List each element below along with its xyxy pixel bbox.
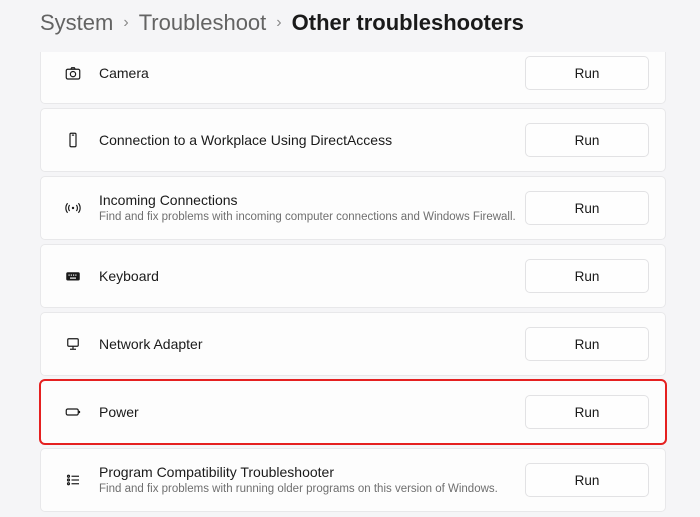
run-button-incoming[interactable]: Run bbox=[525, 191, 649, 225]
troubleshooter-title: Connection to a Workplace Using DirectAc… bbox=[99, 131, 525, 149]
breadcrumb-level2[interactable]: Troubleshoot bbox=[139, 10, 267, 36]
troubleshooter-desc: Find and fix problems with running older… bbox=[99, 482, 525, 497]
list-settings-icon bbox=[57, 471, 89, 489]
network-adapter-icon bbox=[57, 335, 89, 353]
troubleshooter-title: Camera bbox=[99, 64, 525, 82]
run-button-keyboard[interactable]: Run bbox=[525, 259, 649, 293]
run-button-compat[interactable]: Run bbox=[525, 463, 649, 497]
troubleshooter-row-compat: Program Compatibility Troubleshooter Fin… bbox=[40, 448, 666, 512]
device-icon bbox=[57, 131, 89, 149]
run-button-power[interactable]: Run bbox=[525, 395, 649, 429]
troubleshooter-row-netadapter: Network Adapter Run bbox=[40, 312, 666, 376]
troubleshooter-desc: Find and fix problems with incoming comp… bbox=[99, 210, 525, 225]
battery-icon bbox=[57, 403, 89, 421]
signal-icon bbox=[57, 199, 89, 217]
troubleshooter-row-incoming: Incoming Connections Find and fix proble… bbox=[40, 176, 666, 240]
troubleshooter-row-directaccess: Connection to a Workplace Using DirectAc… bbox=[40, 108, 666, 172]
run-button-directaccess[interactable]: Run bbox=[525, 123, 649, 157]
camera-icon bbox=[57, 64, 89, 82]
chevron-right-icon: › bbox=[276, 14, 281, 32]
run-button-netadapter[interactable]: Run bbox=[525, 327, 649, 361]
keyboard-icon bbox=[57, 267, 89, 285]
breadcrumb-level1[interactable]: System bbox=[40, 10, 113, 36]
run-button-camera[interactable]: Run bbox=[525, 56, 649, 90]
troubleshooter-title: Network Adapter bbox=[99, 335, 525, 353]
troubleshooter-row-camera: Camera Run bbox=[40, 52, 666, 104]
troubleshooter-title: Keyboard bbox=[99, 267, 525, 285]
chevron-right-icon: › bbox=[123, 14, 128, 32]
troubleshooter-list: Camera Run Connection to a Workplace Usi… bbox=[0, 52, 700, 512]
troubleshooter-row-power: Power Run bbox=[40, 380, 666, 444]
breadcrumb-current: Other troubleshooters bbox=[292, 10, 524, 36]
breadcrumb: System › Troubleshoot › Other troublesho… bbox=[0, 0, 700, 52]
troubleshooter-row-keyboard: Keyboard Run bbox=[40, 244, 666, 308]
troubleshooter-title: Power bbox=[99, 403, 525, 421]
troubleshooter-title: Program Compatibility Troubleshooter bbox=[99, 463, 525, 481]
troubleshooter-title: Incoming Connections bbox=[99, 191, 525, 209]
